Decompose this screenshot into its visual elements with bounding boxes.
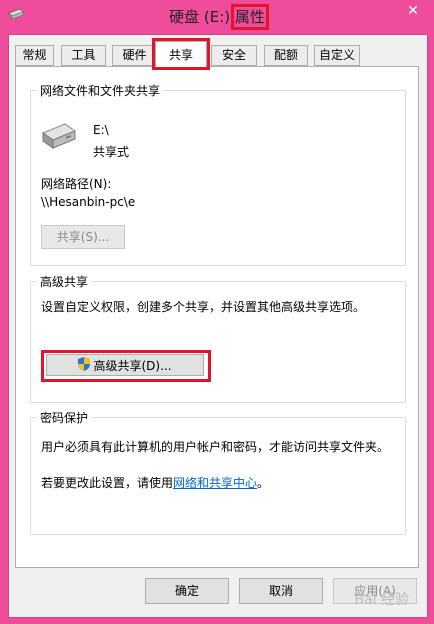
title-prefix: 硬盘 (E:) [169, 8, 231, 26]
uac-shield-icon [78, 356, 91, 378]
sharing-panel: 网络文件和文件夹共享 E:\ 共享式 网络路径(N): \\Hesanbin-p… [15, 66, 419, 568]
tab-tools[interactable]: 工具 [61, 45, 106, 66]
group-title-network-share: 网络文件和文件夹共享 [37, 82, 164, 99]
tab-hardware[interactable]: 硬件 [112, 45, 157, 66]
change-setting-text: 若要更改此设置，请使用网络和共享中心。 [41, 474, 401, 491]
title-highlight: 属性 [230, 4, 269, 30]
cancel-button[interactable]: 取消 [239, 578, 323, 604]
drive-name: E:\ [93, 123, 109, 137]
group-title-advanced-share: 高级共享 [37, 273, 92, 290]
change-suffix: 。 [257, 476, 270, 490]
advanced-share-group: 高级共享 设置自定义权限，创建多个共享，并设置其他高级共享选项。 高级共享(D)… [30, 273, 406, 403]
advanced-share-button[interactable]: 高级共享(D)... [46, 354, 204, 376]
password-description: 用户必须具有此计算机的用户帐户和密码，才能访问共享文件夹。 [41, 440, 390, 454]
network-share-group: 网络文件和文件夹共享 E:\ 共享式 网络路径(N): \\Hesanbin-p… [30, 82, 406, 266]
tab-general[interactable]: 常规 [15, 45, 54, 66]
close-button[interactable]: ✕ [400, 0, 426, 22]
advanced-share-button-label: 高级共享(D)... [93, 359, 172, 373]
password-protection-group: 密码保护 用户必须具有此计算机的用户帐户和密码，才能访问共享文件夹。 若要更改此… [30, 409, 406, 535]
ok-button[interactable]: 确定 [145, 578, 229, 604]
network-path-value: \\Hesanbin-pc\e [41, 195, 136, 209]
properties-dialog: 常规 工具 硬件 共享 安全 配额 自定义 网络文件和文件夹共享 E:\ 共享式… [8, 34, 428, 618]
change-prefix: 若要更改此设置，请使用 [41, 476, 174, 490]
network-path-label: 网络路径(N): [41, 177, 112, 191]
close-icon: ✕ [407, 3, 419, 19]
share-button[interactable]: 共享(S)... [41, 225, 125, 249]
hard-drive-icon [41, 121, 77, 154]
tab-customize[interactable]: 自定义 [314, 45, 360, 66]
tab-security[interactable]: 安全 [211, 45, 257, 66]
network-sharing-center-link[interactable]: 网络和共享中心 [173, 476, 257, 490]
watermark: Bai 经验 [354, 592, 409, 608]
group-title-password: 密码保护 [37, 409, 92, 426]
tab-sharing[interactable]: 共享 [152, 38, 210, 70]
title-bar: 硬盘 (E:) 属性 ✕ [0, 0, 434, 34]
advanced-share-description: 设置自定义权限，创建多个共享，并设置其他高级共享选项。 [41, 300, 366, 314]
share-status: 共享式 [93, 145, 130, 159]
window-title: 硬盘 (E:) 属性 [0, 4, 434, 30]
tab-quota[interactable]: 配额 [264, 45, 308, 66]
